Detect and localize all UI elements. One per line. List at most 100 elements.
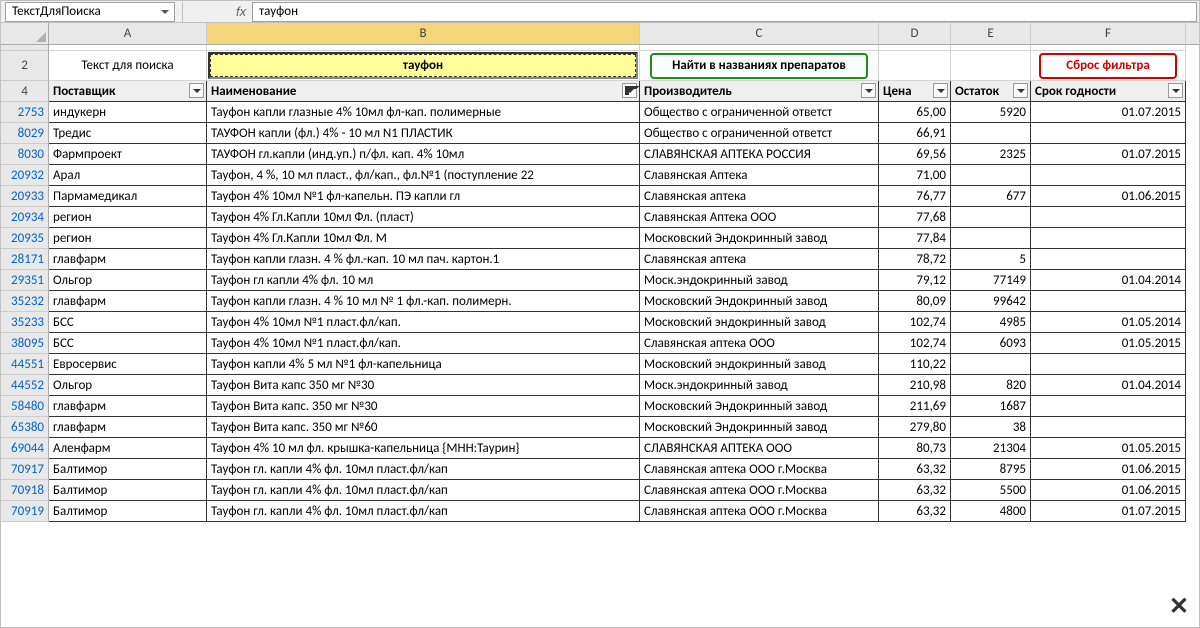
cell-expiry[interactable]: 01.07.2015 <box>1031 102 1186 123</box>
cell-expiry[interactable]: 01.07.2015 <box>1031 501 1186 522</box>
cell-manufacturer[interactable]: Московский Эндокринный завод <box>640 291 879 312</box>
cell-price[interactable]: 210,98 <box>879 375 951 396</box>
cell-expiry[interactable] <box>1031 249 1186 270</box>
cell-stock[interactable]: 99642 <box>951 291 1031 312</box>
cell-manufacturer[interactable]: Моск.эндокринный завод <box>640 375 879 396</box>
row-header[interactable]: 35232 <box>1 291 49 312</box>
cell-price[interactable]: 69,56 <box>879 144 951 165</box>
cell-supplier[interactable]: главфарм <box>49 249 207 270</box>
row-header[interactable]: 58480 <box>1 396 49 417</box>
find-button[interactable]: Найти в названиях препаратов <box>650 53 869 79</box>
cell-expiry[interactable]: 01.06.2015 <box>1031 480 1186 501</box>
filter-icon[interactable] <box>861 83 876 98</box>
cell-expiry[interactable]: 01.04.2014 <box>1031 270 1186 291</box>
row-header[interactable]: 8030 <box>1 144 49 165</box>
cell-stock[interactable]: 820 <box>951 375 1031 396</box>
cell-supplier[interactable]: Ольгор <box>49 270 207 291</box>
row-header[interactable]: 20933 <box>1 186 49 207</box>
cell-stock[interactable] <box>951 354 1031 375</box>
cell-supplier[interactable]: Пармамедикал <box>49 186 207 207</box>
row-header[interactable]: 69044 <box>1 438 49 459</box>
cell-supplier[interactable]: Балтимор <box>49 501 207 522</box>
cell-supplier[interactable]: Тредис <box>49 123 207 144</box>
cell-stock[interactable]: 21304 <box>951 438 1031 459</box>
cell-name[interactable]: Тауфон 4% Гл.Капли 10мл Фл. (пласт) <box>207 207 640 228</box>
cell-price[interactable]: 63,32 <box>879 501 951 522</box>
cell-stock[interactable]: 38 <box>951 417 1031 438</box>
cell-supplier[interactable]: Аленфарм <box>49 438 207 459</box>
cell-price[interactable]: 63,32 <box>879 480 951 501</box>
filter-icon[interactable] <box>933 83 948 98</box>
col-header-e[interactable]: E <box>951 23 1031 44</box>
cell-stock[interactable]: 4800 <box>951 501 1031 522</box>
cell-price[interactable]: 77,84 <box>879 228 951 249</box>
cell-expiry[interactable]: 01.05.2015 <box>1031 438 1186 459</box>
row-header[interactable]: 20935 <box>1 228 49 249</box>
cell-manufacturer[interactable]: Московский Эндокринный завод <box>640 228 879 249</box>
cell-price[interactable]: 63,32 <box>879 459 951 480</box>
cell-expiry[interactable] <box>1031 165 1186 186</box>
col-header-c[interactable]: C <box>640 23 879 44</box>
cell-name[interactable]: Тауфон 4% 10мл №1 пласт.фл/кап. <box>207 333 640 354</box>
cell-price[interactable]: 66,91 <box>879 123 951 144</box>
cell-supplier[interactable]: главфарм <box>49 396 207 417</box>
row-header[interactable]: 20932 <box>1 165 49 186</box>
cell-supplier[interactable]: Балтимор <box>49 480 207 501</box>
cell-manufacturer[interactable]: СЛАВЯНСКАЯ АПТЕКА ООО <box>640 438 879 459</box>
cell-price[interactable]: 77,68 <box>879 207 951 228</box>
cell-stock[interactable] <box>951 123 1031 144</box>
cell-supplier[interactable]: Балтимор <box>49 459 207 480</box>
cell-manufacturer[interactable]: Московский Эндокринный завод <box>640 396 879 417</box>
cell-name[interactable]: Тауфон Вита капс 350 мг №30 <box>207 375 640 396</box>
cell-manufacturer[interactable]: Славянская аптека ООО г.Москва <box>640 459 879 480</box>
cell-price[interactable]: 76,77 <box>879 186 951 207</box>
cell-name[interactable]: Тауфон 4% 10 мл фл. крышка-капельница {М… <box>207 438 640 459</box>
cell-supplier[interactable]: главфарм <box>49 417 207 438</box>
row-header[interactable]: 2753 <box>1 102 49 123</box>
cell-manufacturer[interactable]: Славянская Аптека ООО <box>640 207 879 228</box>
cell-expiry[interactable] <box>1031 228 1186 249</box>
filter-icon[interactable] <box>1168 83 1183 98</box>
row-header[interactable]: 4 <box>1 81 49 102</box>
cell-price[interactable]: 80,73 <box>879 438 951 459</box>
cell-manufacturer[interactable]: Моск.эндокринный завод <box>640 270 879 291</box>
row-header[interactable]: 28171 <box>1 249 49 270</box>
cell-expiry[interactable]: 01.04.2014 <box>1031 375 1186 396</box>
cell-supplier[interactable]: главфарм <box>49 291 207 312</box>
row-header[interactable]: 20934 <box>1 207 49 228</box>
cell-stock[interactable]: 5500 <box>951 480 1031 501</box>
cell-expiry[interactable] <box>1031 123 1186 144</box>
cell-expiry[interactable]: 01.05.2014 <box>1031 312 1186 333</box>
cell-supplier[interactable]: Евросервис <box>49 354 207 375</box>
cell-name[interactable]: Тауфон Вита капс. 350 мг №30 <box>207 396 640 417</box>
cell-manufacturer[interactable]: Славянская аптека <box>640 186 879 207</box>
cell-name[interactable]: Тауфон 4% 10мл №1 фл-капельн. ПЭ капли г… <box>207 186 640 207</box>
cell-manufacturer[interactable]: СЛАВЯНСКАЯ АПТЕКА РОССИЯ <box>640 144 879 165</box>
cell-stock[interactable]: 5920 <box>951 102 1031 123</box>
cell-name[interactable]: Тауфон капли глазные 4% 10мл фл-кап. пол… <box>207 102 640 123</box>
filter-icon[interactable] <box>622 83 637 98</box>
cell-name[interactable]: ТАУФОН капли (фл.) 4% - 10 мл N1 ПЛАСТИК <box>207 123 640 144</box>
formula-input[interactable]: тауфон <box>252 2 1197 22</box>
cell-expiry[interactable] <box>1031 291 1186 312</box>
cell-stock[interactable] <box>951 228 1031 249</box>
cell-expiry[interactable]: 01.06.2015 <box>1031 459 1186 480</box>
cell-expiry[interactable]: 01.07.2015 <box>1031 144 1186 165</box>
cell-manufacturer[interactable]: Славянская аптека <box>640 249 879 270</box>
row-header[interactable]: 70918 <box>1 480 49 501</box>
cell-supplier[interactable]: Арал <box>49 165 207 186</box>
row-header[interactable]: 2 <box>1 51 49 81</box>
cell-manufacturer[interactable]: Московский эндокринный завод <box>640 312 879 333</box>
col-header-a[interactable]: A <box>49 23 207 44</box>
cell-expiry[interactable]: 01.06.2015 <box>1031 186 1186 207</box>
cell-stock[interactable]: 1687 <box>951 396 1031 417</box>
fx-icon[interactable]: fx <box>236 4 246 19</box>
cell-price[interactable]: 80,09 <box>879 291 951 312</box>
cell-supplier[interactable]: БСС <box>49 312 207 333</box>
cell-name[interactable]: Тауфон, 4 %, 10 мл пласт., фл/кап., фл.№… <box>207 165 640 186</box>
cell-name[interactable]: Тауфон 4% Гл.Капли 10мл Фл. М <box>207 228 640 249</box>
cell-supplier[interactable]: БСС <box>49 333 207 354</box>
row-header[interactable]: 70919 <box>1 501 49 522</box>
cell-price[interactable]: 65,00 <box>879 102 951 123</box>
select-all-corner[interactable] <box>1 23 49 44</box>
